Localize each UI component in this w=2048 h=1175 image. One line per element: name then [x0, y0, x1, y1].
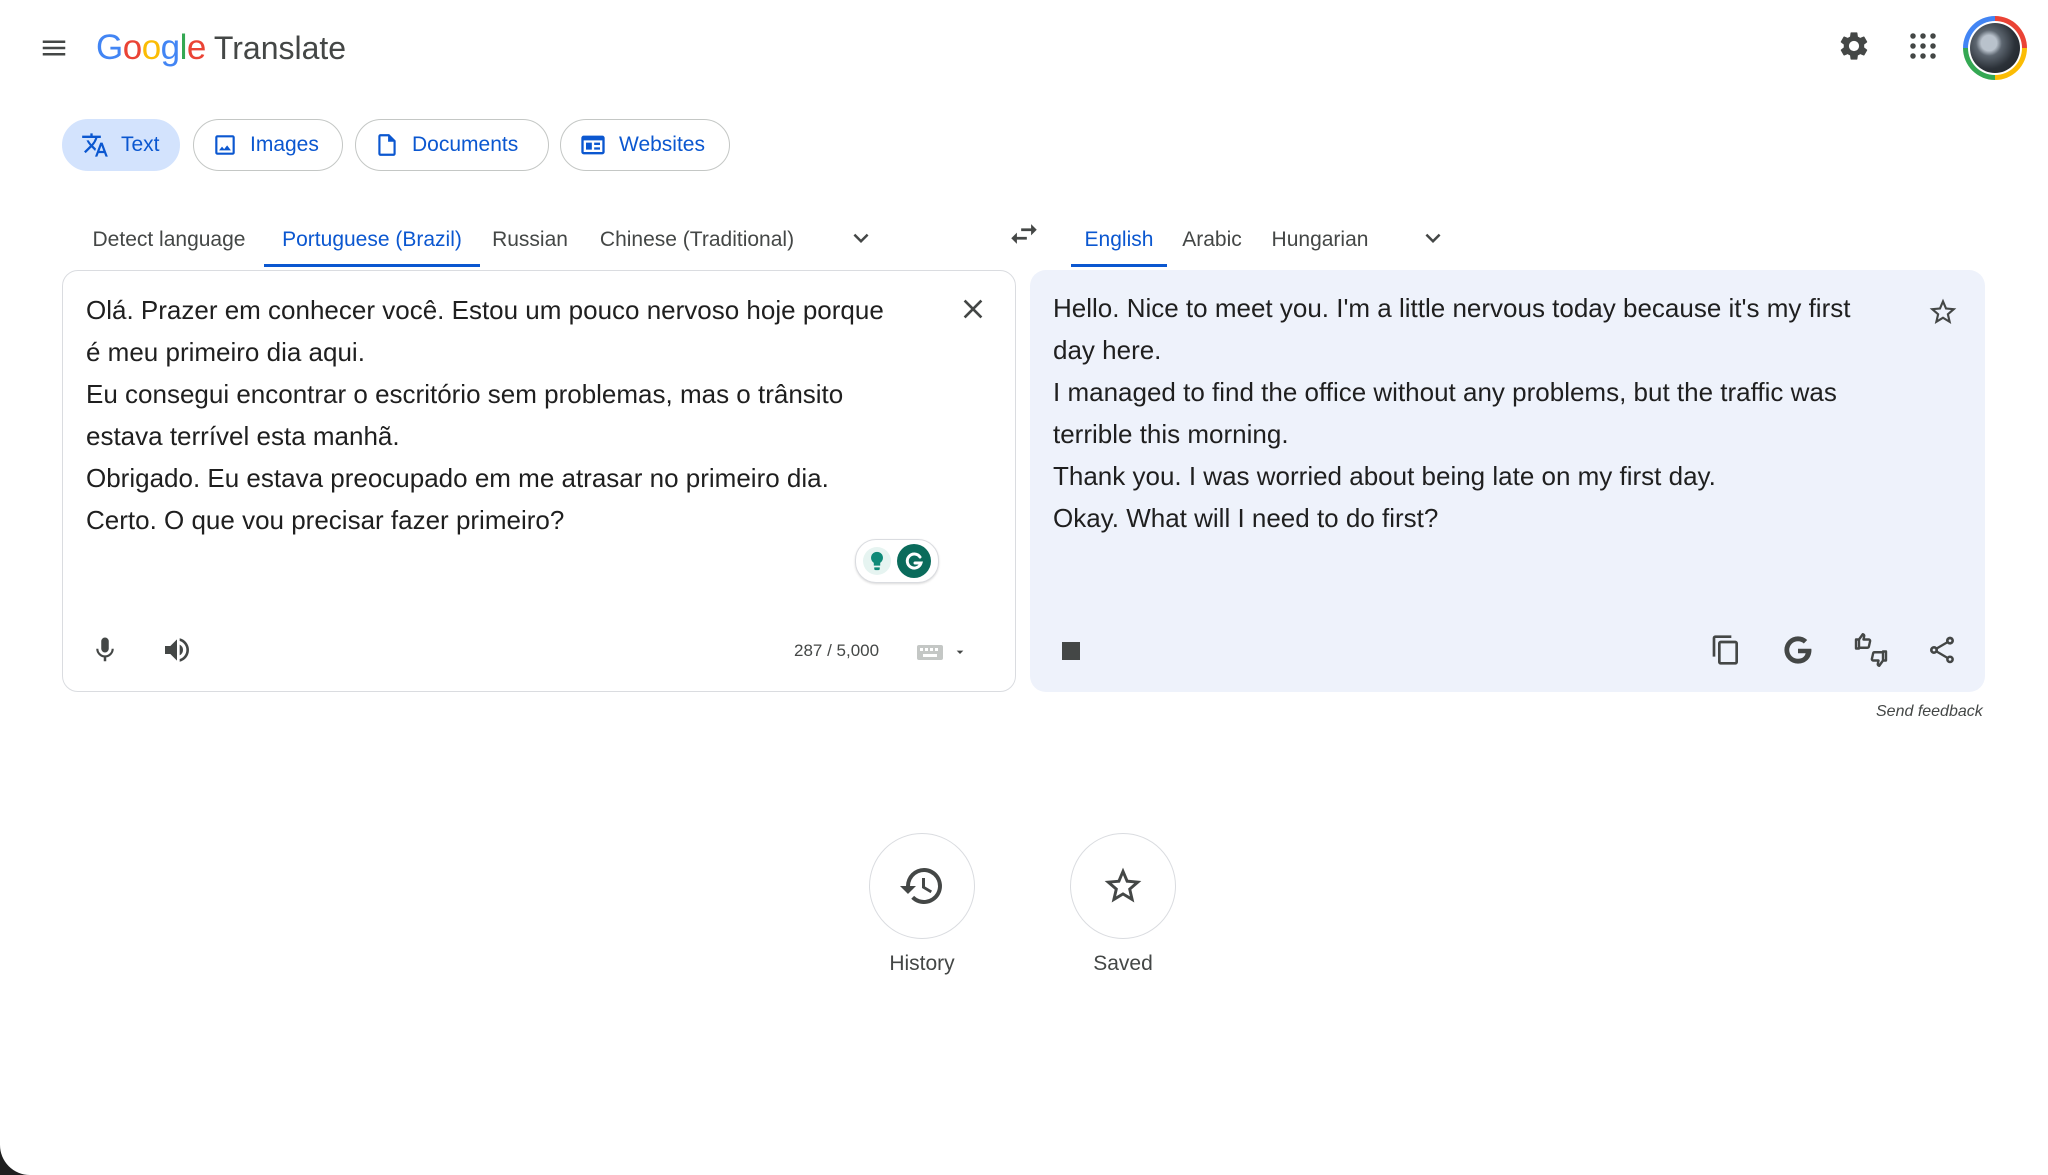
mode-websites-label: Websites — [619, 133, 705, 156]
character-count: 287 / 5,000 — [794, 641, 880, 660]
listen-source-button[interactable] — [152, 625, 202, 675]
rate-translation-button[interactable] — [1846, 625, 1896, 675]
keyboard-icon — [917, 645, 943, 660]
share-icon — [1929, 636, 1954, 664]
thumbs-up-down-icon — [1854, 633, 1888, 667]
caret-down-icon — [956, 650, 964, 654]
source-lang-chinese-traditional[interactable]: Chinese (Traditional) — [584, 212, 810, 268]
translate-wordmark: Translate — [213, 29, 347, 66]
target-lang-selected-indicator — [1071, 264, 1167, 267]
settings-icon — [1840, 32, 1868, 60]
saved-button[interactable] — [1070, 833, 1176, 939]
source-lang-russian[interactable]: Russian — [486, 212, 574, 268]
swap-languages-button[interactable] — [996, 206, 1052, 262]
google-wordmark: Google — [96, 28, 206, 67]
settings-button[interactable] — [1826, 18, 1882, 74]
mode-images-tab[interactable]: Images — [193, 119, 343, 171]
apps-icon — [1910, 33, 1936, 59]
translate-page: Google Translate Text Images Documents W… — [0, 0, 2048, 1175]
google-translate-logo[interactable]: Google Translate — [96, 26, 346, 70]
mode-images-label: Images — [250, 133, 319, 156]
history-icon — [900, 868, 942, 904]
translation-output-text: Hello. Nice to meet you. I'm a little ne… — [1053, 293, 1851, 533]
volume-icon — [165, 638, 189, 662]
star-outline-icon — [1929, 298, 1957, 324]
voice-input-button[interactable] — [80, 625, 130, 675]
google-apps-button[interactable] — [1895, 18, 1951, 74]
target-lang-hungarian[interactable]: Hungarian — [1261, 212, 1379, 268]
source-lang-more-button[interactable] — [835, 212, 887, 264]
google-search-translation-button[interactable] — [1773, 625, 1823, 675]
mode-documents-label: Documents — [412, 133, 519, 156]
chevron-down-icon — [1425, 233, 1441, 243]
mode-documents-tab[interactable]: Documents — [355, 119, 549, 171]
target-lang-more-button[interactable] — [1407, 212, 1459, 264]
mode-text-label: Text — [121, 133, 160, 156]
document-icon — [378, 134, 396, 156]
source-lang-portuguese-brazil[interactable]: Portuguese (Brazil) — [264, 212, 480, 268]
history-button[interactable] — [869, 833, 975, 939]
stop-listening-button[interactable] — [1046, 626, 1096, 676]
main-menu-button[interactable] — [28, 22, 80, 74]
copy-translation-button[interactable] — [1701, 625, 1751, 675]
account-avatar-button[interactable] — [1963, 16, 2027, 80]
source-lang-detect[interactable]: Detect language — [80, 212, 258, 268]
source-lang-selected-indicator — [264, 264, 480, 267]
website-icon — [581, 135, 605, 155]
input-tools-button[interactable] — [912, 632, 972, 672]
mode-text-tab[interactable]: Text — [62, 119, 180, 171]
star-outline-icon — [1104, 867, 1142, 903]
target-lang-arabic[interactable]: Arabic — [1171, 212, 1253, 268]
google-g-icon — [1784, 636, 1812, 664]
grammarly-bulb-icon — [862, 547, 891, 575]
menu-icon — [42, 40, 66, 56]
target-lang-english[interactable]: English — [1071, 212, 1167, 268]
source-text-input[interactable]: Olá. Prazer em conhecer você. Estou um p… — [86, 289, 956, 541]
account-avatar — [1970, 23, 2020, 73]
save-translation-button[interactable] — [1918, 287, 1968, 337]
chevron-down-icon — [853, 233, 869, 243]
image-icon — [215, 135, 235, 155]
clear-source-button[interactable] — [950, 286, 996, 332]
history-label: History — [889, 952, 955, 975]
share-translation-button[interactable] — [1917, 625, 1967, 675]
stop-icon — [1062, 642, 1080, 660]
copy-icon — [1712, 635, 1738, 665]
microphone-icon — [96, 637, 114, 662]
translate-icon — [82, 133, 108, 157]
saved-label: Saved — [1093, 952, 1153, 975]
send-feedback-link[interactable]: Send feedback — [1876, 703, 1983, 721]
swap-icon — [1011, 224, 1037, 244]
mode-websites-tab[interactable]: Websites — [560, 119, 730, 171]
grammarly-g-icon — [897, 544, 932, 578]
grammarly-widget[interactable] — [855, 539, 939, 583]
close-icon — [963, 299, 983, 319]
